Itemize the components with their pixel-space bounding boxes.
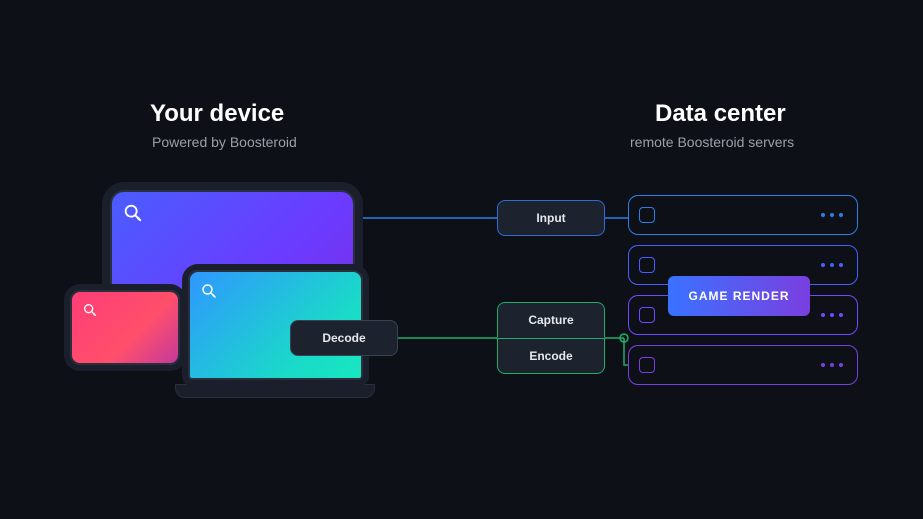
- right-subtitle: remote Boosteroid servers: [630, 134, 794, 150]
- input-chip: Input: [497, 200, 605, 236]
- capture-chip: Capture: [497, 302, 605, 338]
- decode-chip: Decode: [290, 320, 398, 356]
- device-group: [70, 190, 410, 420]
- magnifier-icon: [200, 282, 218, 300]
- magnifier-icon: [122, 202, 144, 224]
- left-subtitle: Powered by Boosteroid: [152, 134, 297, 150]
- ellipsis-icon: [821, 213, 843, 217]
- encode-chip: Encode: [497, 338, 605, 374]
- server-indicator-icon: [639, 207, 655, 223]
- device-tablet-small: [70, 290, 180, 365]
- magnifier-icon: [82, 302, 98, 318]
- server-row: [628, 195, 858, 235]
- server-indicator-icon: [639, 307, 655, 323]
- server-indicator-icon: [639, 257, 655, 273]
- server-indicator-icon: [639, 357, 655, 373]
- left-title: Your device: [150, 100, 284, 128]
- server-row: [628, 345, 858, 385]
- right-title: Data center: [655, 100, 786, 128]
- game-render-badge: GAME RENDER: [668, 276, 810, 316]
- ellipsis-icon: [821, 363, 843, 367]
- ellipsis-icon: [821, 263, 843, 267]
- ellipsis-icon: [821, 313, 843, 317]
